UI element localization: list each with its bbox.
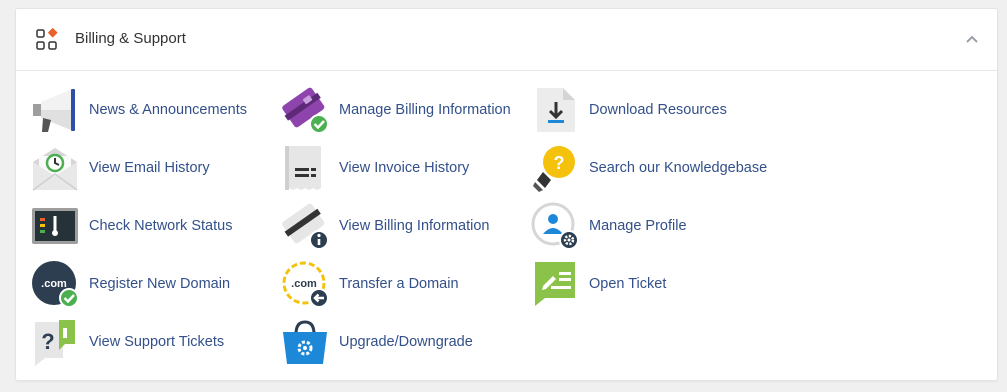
manage-profile-link[interactable]: Manage Profile	[530, 201, 687, 251]
item-label: View Billing Information	[339, 218, 490, 234]
panel-header[interactable]: Billing & Support	[16, 9, 997, 71]
svg-text:?: ?	[554, 153, 565, 173]
item-label: View Invoice History	[339, 160, 470, 176]
megaphone-icon	[33, 89, 75, 132]
download-resources-link[interactable]: Download Resources	[530, 85, 727, 135]
network-status-monitor-icon	[32, 208, 78, 244]
view-billing-info-link[interactable]: View Billing Information	[280, 201, 489, 251]
lightbulb-question-icon: ?	[533, 146, 575, 192]
item-label: Manage Profile	[589, 218, 687, 234]
view-email-history-link[interactable]: View Email History	[30, 143, 210, 193]
item-label: Search our Knowledgebase	[589, 160, 768, 176]
register-new-domain-link[interactable]: .com Register New Domain	[30, 259, 230, 309]
shopping-bag-gear-icon	[283, 320, 327, 364]
transfer-domain-link[interactable]: .com Transfer a Domain	[280, 259, 459, 309]
upgrade-downgrade-link[interactable]: Upgrade/Downgrade	[280, 317, 473, 367]
domain-register-icon: .com	[32, 261, 79, 308]
svg-text:.com: .com	[41, 278, 67, 290]
news-announcements-link[interactable]: News & Announcements	[30, 85, 247, 135]
item-label: Register New Domain	[89, 276, 231, 292]
item-label: View Support Tickets	[89, 334, 225, 350]
credit-card-check-icon	[282, 87, 329, 134]
item-label: Transfer a Domain	[339, 276, 459, 292]
support-tickets-icon: ?	[35, 320, 75, 366]
item-label: View Email History	[89, 160, 210, 176]
domain-transfer-icon: .com	[282, 261, 329, 308]
grid-apps-icon	[36, 28, 58, 50]
svg-text:?: ?	[41, 329, 54, 354]
item-label: Manage Billing Information	[339, 102, 511, 118]
download-file-icon	[537, 88, 575, 132]
chevron-up-icon[interactable]	[965, 32, 979, 46]
ticket-edit-icon	[535, 262, 575, 306]
billing-support-panel: Billing & Support News & Announcements M…	[15, 8, 998, 381]
card-info-icon	[282, 203, 329, 250]
manage-billing-info-link[interactable]: Manage Billing Information	[280, 85, 511, 135]
check-network-status-link[interactable]: Check Network Status	[30, 201, 232, 251]
open-ticket-link[interactable]: Open Ticket	[530, 259, 666, 309]
view-support-tickets-link[interactable]: ? View Support Tickets	[30, 317, 224, 367]
profile-gear-icon	[531, 202, 579, 250]
search-knowledgebase-link[interactable]: ? Search our Knowledgebase	[530, 143, 767, 193]
panel-title: Billing & Support	[75, 30, 186, 47]
item-label: Check Network Status	[89, 218, 233, 234]
svg-text:.com: .com	[291, 278, 317, 290]
item-label: Upgrade/Downgrade	[339, 334, 473, 350]
email-clock-icon	[32, 148, 78, 191]
invoice-icon	[285, 146, 321, 190]
item-label: Open Ticket	[589, 276, 667, 292]
item-label: News & Announcements	[89, 102, 247, 118]
item-label: Download Resources	[589, 102, 727, 118]
view-invoice-history-link[interactable]: View Invoice History	[280, 143, 469, 193]
